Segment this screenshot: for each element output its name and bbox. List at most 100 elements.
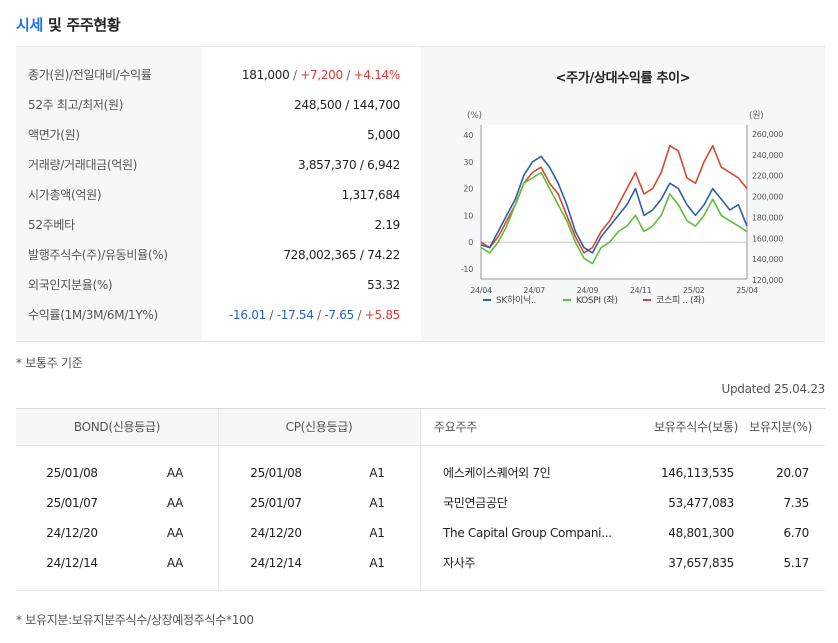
x-tick-label: 25/02 [683, 286, 705, 295]
cp-date: 25/01/07 [250, 496, 302, 510]
x-tick-label: 24/07 [523, 286, 545, 295]
bond-date: 25/01/07 [46, 496, 98, 510]
summary-value-part: 1,317,684 [341, 188, 401, 202]
holder-ratio: 5.17 [783, 556, 809, 570]
summary-value: 1,317,684 [341, 180, 401, 210]
summary-row: 외국인지분율(%) 53.32 [16, 270, 420, 300]
summary-label: 외국인지분율(%) [28, 278, 113, 292]
summary-value: 181,000 / +7,200 / +4.14% [242, 60, 400, 90]
summary-row: 52주 최고/최저(원) 248,500 / 144,700 [16, 90, 420, 120]
divider [16, 590, 825, 591]
holder-name: 자사주 [443, 556, 476, 570]
left-tick-label: 10 [463, 211, 473, 220]
left-tick-label: 0 [468, 238, 473, 247]
summary-value-part: 728,002,365 / 74.22 [283, 248, 400, 262]
holding-ratio-note: * 보유지분:보유지분주식수/상장예정주식수*100 [16, 613, 254, 627]
summary-value-part: +5.85 [364, 308, 401, 322]
summary-value-part: +4.14% [353, 68, 401, 82]
holder-name: 에스케이스퀘어외 7인 [443, 466, 551, 480]
right-tick-label: 220,000 [752, 172, 783, 181]
updated-date: Updated 25.04.23 [721, 382, 825, 396]
summary-label: 발행주식수(주)/유동비율(%) [28, 248, 168, 262]
right-tick-label: 180,000 [752, 213, 783, 222]
cp-rating-header: CP(신용등급) [285, 420, 353, 434]
summary-label: 수익률(1M/3M/6M/1Y%) [28, 308, 158, 322]
legend-label: SK하이닉.. [496, 295, 536, 306]
legend-label: KOSPI (좌) [576, 295, 618, 306]
section-title-highlight: 시세 [16, 16, 44, 34]
bond-grade: AA [166, 526, 184, 540]
x-tick-label: 24/09 [577, 286, 599, 295]
x-tick-label: 24/11 [630, 286, 652, 295]
holder-name: 국민연금공단 [443, 496, 508, 510]
bond-date: 25/01/08 [46, 466, 98, 480]
x-tick-label: 25/04 [736, 286, 758, 295]
summary-row: 거래량/거래대금(억원) 3,857,370 / 6,942 [16, 150, 420, 180]
summary-value-part: / [265, 308, 277, 322]
left-tick-label: 30 [463, 158, 473, 167]
holder-ratio: 20.07 [776, 466, 809, 480]
divider [16, 341, 825, 342]
summary-row: 52주베타 2.19 [16, 210, 420, 240]
summary-value-part: +7,200 [300, 68, 343, 82]
summary-value-part: / [353, 308, 365, 322]
summary-row: 시가총액(억원) 1,317,684 [16, 180, 420, 210]
holder-shares: 146,113,535 [660, 466, 734, 480]
cp-date: 24/12/20 [250, 526, 302, 540]
right-tick-label: 260,000 [752, 130, 783, 139]
summary-value-part: 248,500 / 144,700 [294, 98, 400, 112]
holder-ratio-header: 보유지분(%) [749, 420, 812, 434]
holder-shares: 53,477,083 [668, 496, 734, 510]
summary-value-part: -7.65 [324, 308, 354, 322]
summary-label: 액면가(원) [28, 128, 80, 142]
cp-grade: A1 [369, 466, 385, 480]
cp-grade: A1 [369, 496, 385, 510]
left-tick-label: 20 [463, 185, 473, 194]
chart-panel: <주가/상대수익률 추이> (%) (원) 40 30 20 10 0 -10 260,000 2… [421, 47, 825, 341]
holder-shares: 48,801,300 [668, 526, 734, 540]
bond-grade: AA [166, 466, 184, 480]
section-title: 시세 및 주주현황 [16, 14, 121, 35]
left-axis-unit: (%) [467, 111, 482, 121]
legend-label: 코스피 .. (좌) [656, 295, 705, 306]
summary-label: 종가(원)/전일대비/수익률 [28, 68, 152, 82]
summary-row: 종가(원)/전일대비/수익률 181,000 / +7,200 / +4.14% [16, 60, 420, 90]
bond-date: 24/12/20 [46, 526, 98, 540]
right-axis-unit: (원) [749, 110, 763, 121]
cp-date: 25/01/08 [250, 466, 302, 480]
holder-ratio: 6.70 [783, 526, 809, 540]
holder-ratio: 7.35 [783, 496, 809, 510]
summary-row: 액면가(원) 5,000 [16, 120, 420, 150]
summary-value: 728,002,365 / 74.22 [283, 240, 400, 270]
summary-value-part: -16.01 [229, 308, 266, 322]
summary-value: 2.19 [374, 210, 400, 240]
holder-name-header: 주요주주 [434, 420, 477, 434]
left-tick-label: 40 [463, 131, 473, 140]
bond-date: 24/12/14 [46, 556, 98, 570]
bond-rating-header: BOND(신용등급) [73, 420, 161, 434]
cp-grade: A1 [369, 526, 385, 540]
summary-value-part: / [342, 68, 354, 82]
summary-value-part: 53.32 [367, 278, 400, 292]
summary-value-part: 3,857,370 / 6,942 [298, 158, 400, 172]
summary-row: 수익률(1M/3M/6M/1Y%) -16.01 / -17.54 / -7.65… [16, 300, 420, 330]
right-tick-label: 120,000 [752, 276, 783, 285]
summary-value-part: 2.19 [374, 218, 400, 232]
summary-value: 248,500 / 144,700 [294, 90, 400, 120]
bond-grade: AA [166, 556, 184, 570]
column-divider [420, 409, 421, 590]
column-divider [218, 409, 219, 590]
summary-value: 5,000 [367, 120, 400, 150]
summary-value: 3,857,370 / 6,942 [298, 150, 400, 180]
cp-date: 24/12/14 [250, 556, 302, 570]
summary-value: -16.01 / -17.54 / -7.65 / +5.85 [229, 300, 400, 330]
section-title-rest: 및 주주현황 [43, 16, 121, 34]
summary-value-part: 5,000 [367, 128, 400, 142]
summary-value-part: -17.54 [276, 308, 314, 322]
plot-area [481, 125, 747, 279]
x-tick-label: 24/04 [470, 286, 492, 295]
summary-label: 시가총액(억원) [28, 188, 102, 202]
summary-value: 53.32 [367, 270, 400, 300]
holder-shares: 37,657,835 [668, 556, 734, 570]
summary-label: 거래량/거래대금(억원) [28, 158, 138, 172]
